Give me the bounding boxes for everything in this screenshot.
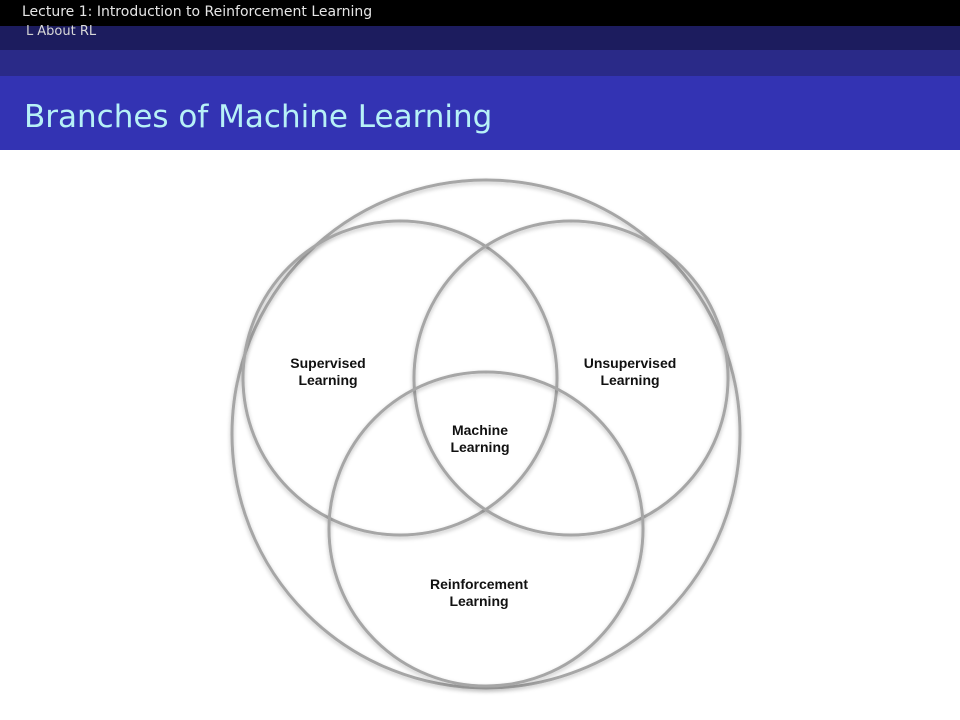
reinforcement-learning-label: Reinforcement Learning	[404, 576, 554, 610]
machine-learning-label: Machine Learning	[438, 422, 522, 456]
unsupervised-line-2: Learning	[600, 372, 660, 388]
breadcrumb-section: About RL	[37, 24, 97, 39]
unsupervised-line-1: Unsupervised	[583, 355, 677, 371]
supervised-learning-label: Supervised Learning	[280, 355, 376, 389]
supervised-line-2: Learning	[298, 372, 358, 388]
slide-title: Branches of Machine Learning	[24, 99, 493, 135]
breadcrumb: L About RL	[26, 25, 96, 39]
lecture-title: Lecture 1: Introduction to Reinforcement…	[22, 4, 373, 20]
header-spacer-band	[0, 50, 960, 76]
reinforcement-line-1: Reinforcement	[429, 576, 529, 592]
machine-line-1: Machine	[451, 422, 508, 438]
reinforcement-learning-circle	[327, 370, 645, 688]
venn-diagram: Supervised Learning Unsupervised Learnin…	[0, 150, 960, 720]
supervised-line-1: Supervised	[290, 355, 366, 371]
header-section-band	[0, 26, 960, 50]
machine-line-2: Learning	[450, 439, 510, 455]
breadcrumb-prefix: L	[26, 24, 34, 39]
slide-page: Lecture 1: Introduction to Reinforcement…	[0, 0, 960, 720]
reinforcement-line-2: Learning	[449, 593, 509, 609]
unsupervised-learning-label: Unsupervised Learning	[564, 355, 696, 389]
